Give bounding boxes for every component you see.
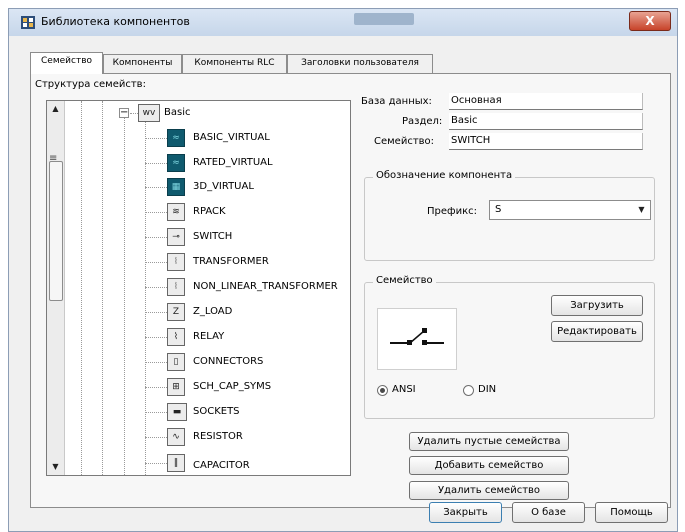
scroll-thumb[interactable] — [49, 161, 63, 301]
help-button[interactable]: Помощь — [595, 502, 668, 523]
tree-connector — [145, 463, 167, 464]
din-radio[interactable] — [463, 385, 474, 396]
tree-connector — [145, 337, 167, 338]
dialog-body: Семейство Компоненты Компоненты RLC Заго… — [8, 36, 678, 532]
switch-symbol-icon — [390, 328, 444, 345]
tree-guide-line — [102, 101, 103, 475]
tree-connector — [145, 237, 167, 238]
tab-components[interactable]: Компоненты — [103, 54, 182, 73]
tree-connector — [130, 113, 138, 114]
family-tab-panel: Структура семейств: ▲ ≡ ▼ − ᴡᴠ Basic ≈ B… — [30, 73, 671, 508]
tree-item-label[interactable]: CONNECTORS — [193, 356, 263, 367]
switch-symbol-preview — [377, 308, 457, 370]
family-field: SWITCH — [449, 133, 643, 150]
delete-empty-families-button[interactable]: Удалить пустые семейства — [409, 432, 569, 451]
background-fragment — [0, 0, 685, 8]
transformer-icon: ⦚ — [167, 253, 185, 271]
capacitor-icon: ‖ — [167, 454, 185, 472]
window-titlebar: Библиотека компонентов X — [8, 8, 678, 36]
family-tree[interactable]: ▲ ≡ ▼ − ᴡᴠ Basic ≈ BASIC_VIRTUAL ≈ RATED… — [46, 100, 351, 476]
tree-guide-line — [81, 101, 82, 475]
tree-item-label[interactable]: NON_LINEAR_TRANSFORMER — [193, 281, 338, 292]
switch-icon: ⊸ — [167, 228, 185, 246]
designation-group: Обозначение компонента Префикс: S ▼ — [364, 170, 655, 261]
tab-rlc-components[interactable]: Компоненты RLC — [182, 54, 287, 73]
section-field: Basic — [449, 113, 643, 130]
tree-connector — [145, 437, 167, 438]
close-window-button[interactable]: X — [629, 11, 671, 31]
tree-connector — [145, 387, 167, 388]
tree-connector — [145, 163, 167, 164]
tree-item-label[interactable]: SOCKETS — [193, 406, 240, 417]
delete-family-button[interactable]: Удалить семейство — [409, 481, 569, 500]
tree-guide-line — [124, 117, 125, 475]
tree-guide-line — [145, 117, 146, 475]
tree-scrollbar[interactable]: ▲ ≡ ▼ — [47, 101, 65, 475]
nonlinear-transformer-icon: ⦚ — [167, 278, 185, 296]
tree-connector — [145, 138, 167, 139]
title-blurred-region — [354, 13, 414, 25]
rpack-icon: ≋ — [167, 203, 185, 221]
family-group: Семейство Загрузить Редактировать ANSI D… — [364, 275, 655, 419]
tree-connector — [145, 312, 167, 313]
tree-item-label[interactable]: BASIC_VIRTUAL — [193, 132, 270, 143]
family-group-title: Семейство — [373, 275, 436, 286]
tree-connector — [145, 187, 167, 188]
window-title: Библиотека компонентов — [41, 15, 190, 28]
relay-icon: ⌇ — [167, 328, 185, 346]
close-button[interactable]: Закрыть — [429, 502, 502, 523]
tree-connector — [145, 412, 167, 413]
tree-item-label[interactable]: RATED_VIRTUAL — [193, 157, 273, 168]
tree-connector — [145, 287, 167, 288]
tree-item-label[interactable]: SCH_CAP_SYMS — [193, 381, 271, 392]
database-field: Основная — [449, 93, 643, 110]
scroll-down-arrow-icon[interactable]: ▼ — [47, 459, 64, 475]
edit-button[interactable]: Редактировать — [551, 321, 643, 342]
tree-connector — [145, 362, 167, 363]
about-database-button[interactable]: О базе — [512, 502, 585, 523]
sockets-icon: ▬ — [167, 403, 187, 421]
add-family-button[interactable]: Добавить семейство — [409, 456, 569, 475]
sch-cap-syms-icon: ⊞ — [167, 378, 185, 396]
tree-item-label[interactable]: CAPACITOR — [193, 460, 250, 471]
scroll-grip-icon: ≡ — [49, 153, 58, 164]
ansi-radio-label[interactable]: ANSI — [392, 384, 416, 395]
tree-root-label: Basic — [164, 107, 191, 118]
tab-family[interactable]: Семейство — [30, 52, 103, 74]
z-load-icon: Z — [167, 303, 185, 321]
chevron-down-icon[interactable]: ▼ — [633, 201, 650, 219]
resistor-icon: ∿ — [167, 428, 185, 446]
tree-item-label[interactable]: 3D_VIRTUAL — [193, 181, 254, 192]
tree-collapse-icon[interactable]: − — [119, 108, 129, 118]
connectors-icon: ▯ — [167, 353, 185, 371]
basic-chip-icon: ᴡᴠ — [138, 104, 160, 122]
designation-group-title: Обозначение компонента — [373, 170, 516, 181]
tree-connector — [145, 262, 167, 263]
family-label: Семейство: — [374, 136, 435, 147]
tree-item-label[interactable]: RPACK — [193, 206, 226, 217]
database-label: База данных: — [361, 96, 432, 107]
3d-virtual-icon: ▦ — [167, 178, 185, 196]
tab-user-headers[interactable]: Заголовки пользователя — [287, 54, 433, 73]
prefix-select[interactable]: S ▼ — [489, 200, 651, 220]
tree-item-label[interactable]: Z_LOAD — [193, 306, 232, 317]
tree-item-label[interactable]: TRANSFORMER — [193, 256, 269, 267]
tree-item-label[interactable]: RELAY — [193, 331, 224, 342]
load-button[interactable]: Загрузить — [551, 295, 643, 316]
library-app-icon — [21, 16, 35, 29]
tree-label: Структура семейств: — [35, 79, 146, 90]
din-radio-label[interactable]: DIN — [478, 384, 496, 395]
prefix-label: Префикс: — [427, 206, 477, 217]
basic-virtual-icon: ≈ — [167, 129, 185, 147]
tree-connector — [145, 212, 167, 213]
tree-item-label[interactable]: SWITCH — [193, 231, 232, 242]
ansi-radio[interactable] — [377, 385, 388, 396]
radio-selected-dot — [380, 388, 385, 393]
tree-item-label[interactable]: RESISTOR — [193, 431, 243, 442]
rated-virtual-icon: ≈ — [167, 154, 185, 172]
prefix-value: S — [495, 204, 502, 215]
scroll-up-arrow-icon[interactable]: ▲ — [47, 101, 64, 117]
section-label: Раздел: — [402, 116, 443, 127]
